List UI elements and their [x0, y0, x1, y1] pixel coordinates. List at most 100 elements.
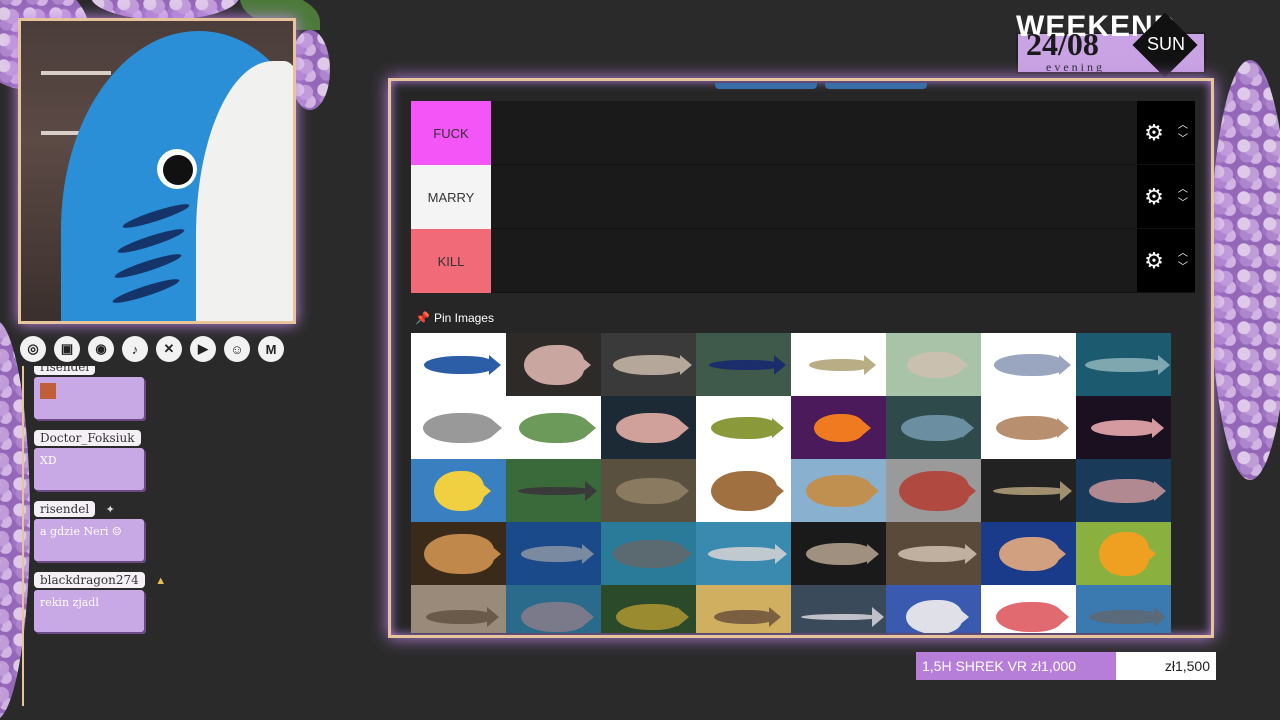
- chat-emote-icon: ☺: [111, 525, 122, 538]
- fish-image-tile[interactable]: [791, 333, 886, 396]
- instagram-icon[interactable]: ◉: [88, 336, 114, 362]
- fish-tail: [774, 354, 786, 375]
- fish-image-tile[interactable]: [791, 522, 886, 585]
- chat-message: Doctor_Foksiuk XD: [34, 429, 222, 490]
- fish-tail: [1158, 354, 1170, 375]
- fish-image-tile[interactable]: [696, 585, 791, 633]
- tier-label[interactable]: KILL: [411, 229, 491, 293]
- fish-shape: [707, 546, 780, 561]
- chevron-up-icon[interactable]: ︿: [1178, 248, 1188, 259]
- panel-tab[interactable]: [825, 83, 927, 89]
- fish-image-tile[interactable]: [411, 459, 506, 522]
- fish-image-tile[interactable]: [886, 396, 981, 459]
- fish-image-tile[interactable]: [886, 585, 981, 633]
- fish-image-tile[interactable]: [696, 396, 791, 459]
- pin-images-header[interactable]: 📌 Pin Images: [415, 311, 494, 325]
- fish-image-tile[interactable]: [981, 585, 1076, 633]
- fish-image-tile[interactable]: [1076, 396, 1171, 459]
- fish-image-tile[interactable]: [601, 585, 696, 633]
- panel-tab[interactable]: [715, 83, 817, 89]
- fish-image-tile[interactable]: [601, 333, 696, 396]
- fish-image-tile[interactable]: [506, 396, 601, 459]
- fish-image-tile[interactable]: [601, 396, 696, 459]
- fish-image-tile[interactable]: [1076, 585, 1171, 633]
- fish-tail: [772, 417, 784, 438]
- tier-row: FUCK ⚙ ︿ ﹀: [411, 101, 1195, 165]
- gear-icon[interactable]: ⚙: [1144, 248, 1164, 274]
- fish-shape: [1084, 357, 1163, 372]
- fish-image-tile[interactable]: [981, 333, 1076, 396]
- gmail-icon[interactable]: M: [258, 336, 284, 362]
- chat-message: risendel: [34, 366, 222, 419]
- fish-shape: [993, 353, 1064, 376]
- fish-image-tile[interactable]: [981, 522, 1076, 585]
- fish-shape: [905, 599, 962, 633]
- fish-image-tile[interactable]: [411, 333, 506, 396]
- fish-image-tile[interactable]: [411, 522, 506, 585]
- tiktok-icon[interactable]: ♪: [122, 336, 148, 362]
- fish-image-tile[interactable]: [506, 333, 601, 396]
- fish-shape: [710, 470, 777, 511]
- fish-image-tile[interactable]: [601, 459, 696, 522]
- fish-image-tile[interactable]: [791, 585, 886, 633]
- discord-icon[interactable]: ☺: [224, 336, 250, 362]
- fish-image-tile[interactable]: [696, 522, 791, 585]
- fish-image-tile[interactable]: [601, 522, 696, 585]
- x-icon[interactable]: ✕: [156, 336, 182, 362]
- chevron-down-icon[interactable]: ﹀: [1178, 134, 1188, 145]
- fish-image-tile[interactable]: [886, 459, 981, 522]
- social-icons: ◎ ▣ ◉ ♪ ✕ ▶ ☺ M: [20, 336, 284, 362]
- fish-tail: [677, 480, 689, 501]
- fish-shape: [1098, 531, 1149, 576]
- fish-tail: [1154, 480, 1166, 501]
- chat-username: risendel: [34, 501, 96, 517]
- gear-icon[interactable]: ⚙: [1144, 120, 1164, 146]
- weekend-day: SUN: [1146, 34, 1185, 54]
- fish-image-tile[interactable]: [506, 522, 601, 585]
- kick-icon[interactable]: ◎: [20, 336, 46, 362]
- fish-image-tile[interactable]: [981, 459, 1076, 522]
- fish-image-tile[interactable]: [791, 459, 886, 522]
- tier-drop-zone[interactable]: [491, 229, 1137, 292]
- donation-goal-label: 1,5H SHREK VR zł1,000: [916, 652, 1116, 680]
- chat-bubble: [34, 377, 144, 419]
- chevron-up-icon[interactable]: ︿: [1178, 120, 1188, 131]
- fish-tail: [1152, 417, 1164, 438]
- fish-tail: [584, 417, 596, 438]
- gear-icon[interactable]: ⚙: [1144, 184, 1164, 210]
- tier-controls: ⚙ ︿ ﹀: [1137, 165, 1195, 228]
- fish-image-tile[interactable]: [886, 333, 981, 396]
- chevron-down-icon[interactable]: ﹀: [1178, 198, 1188, 209]
- panel-tabs: [715, 83, 927, 89]
- fish-shape: [800, 613, 877, 620]
- fish-image-tile[interactable]: [696, 459, 791, 522]
- fish-image-tile[interactable]: [411, 585, 506, 633]
- image-pool-grid: [411, 333, 1171, 633]
- chat-emote-icon: [40, 383, 56, 399]
- youtube-icon[interactable]: ▶: [190, 336, 216, 362]
- chevron-down-icon[interactable]: ﹀: [1178, 262, 1188, 273]
- fish-shape: [422, 412, 495, 443]
- fish-shape: [995, 415, 1062, 440]
- fish-image-tile[interactable]: [886, 522, 981, 585]
- chat-username: blackdragon274: [34, 572, 145, 588]
- tier-drop-zone[interactable]: [491, 165, 1137, 228]
- tier-label[interactable]: MARRY: [411, 165, 491, 229]
- fish-image-tile[interactable]: [411, 396, 506, 459]
- fish-image-tile[interactable]: [506, 585, 601, 633]
- tier-label[interactable]: FUCK: [411, 101, 491, 165]
- fish-image-tile[interactable]: [981, 396, 1076, 459]
- fish-shape: [612, 354, 685, 375]
- fish-image-tile[interactable]: [1076, 522, 1171, 585]
- fish-tail: [677, 417, 689, 438]
- fish-image-tile[interactable]: [506, 459, 601, 522]
- pin-images-label: Pin Images: [433, 311, 494, 325]
- twitch-icon[interactable]: ▣: [54, 336, 80, 362]
- fish-image-tile[interactable]: [696, 333, 791, 396]
- fish-image-tile[interactable]: [1076, 333, 1171, 396]
- fish-shape: [998, 536, 1059, 571]
- tier-drop-zone[interactable]: [491, 101, 1137, 164]
- fish-image-tile[interactable]: [1076, 459, 1171, 522]
- fish-image-tile[interactable]: [791, 396, 886, 459]
- chevron-up-icon[interactable]: ︿: [1178, 184, 1188, 195]
